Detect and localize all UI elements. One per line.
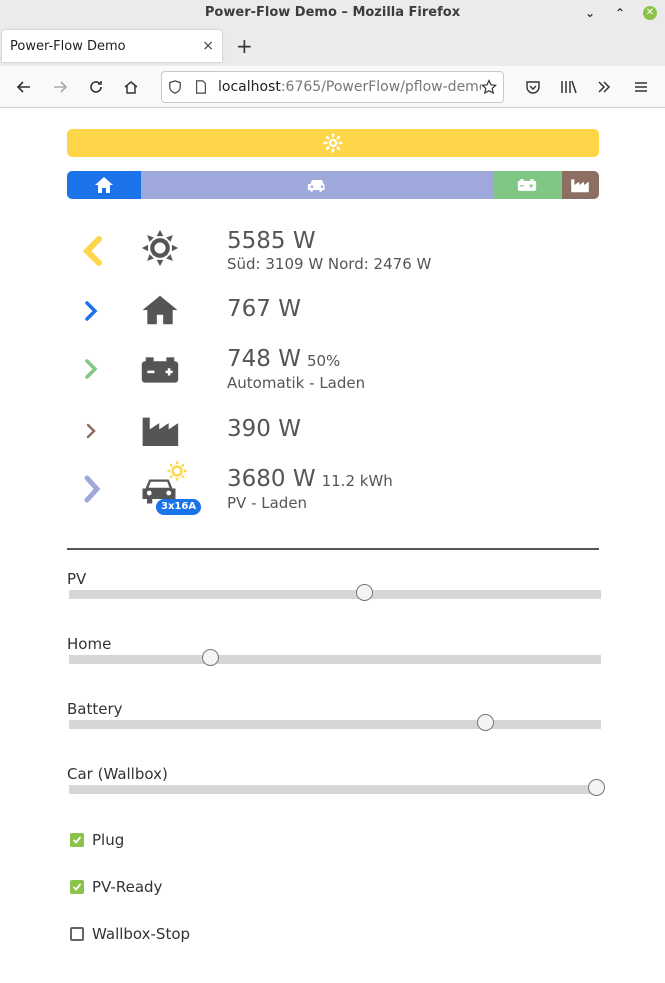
home-icon bbox=[142, 295, 178, 325]
pv-detail: Süd: 3109 W Nord: 2476 W bbox=[227, 255, 432, 273]
battery-slider-thumb[interactable] bbox=[477, 714, 495, 731]
battery-slider-block: Battery bbox=[67, 700, 601, 731]
minimize-icon[interactable]: ⌄ bbox=[583, 0, 597, 26]
battery-power: 748 W bbox=[227, 346, 301, 372]
chevron-right-icon bbox=[86, 423, 96, 439]
close-window-icon[interactable]: ✕ bbox=[643, 6, 657, 20]
pv-slider-label: PV bbox=[67, 570, 87, 588]
page-icon bbox=[196, 80, 206, 94]
pv-slider-block: PV bbox=[67, 570, 601, 601]
car-power-line: 3680 W 11.2 kWh bbox=[227, 466, 393, 492]
url-text[interactable]: localhost:6765/PowerFlow/pflow-demo bbox=[218, 79, 481, 95]
powerflow-app bbox=[67, 129, 599, 199]
sun-icon bbox=[141, 229, 179, 267]
battery-power-line: 748 W 50% bbox=[227, 346, 340, 372]
pv-slider-track[interactable] bbox=[69, 590, 601, 599]
window-title: Power-Flow Demo – Mozilla Firefox bbox=[204, 5, 461, 20]
home-icon bbox=[95, 177, 114, 193]
battery-mode: Automatik - Laden bbox=[227, 374, 366, 392]
car-mode: PV - Laden bbox=[227, 494, 308, 512]
new-tab-button[interactable]: + bbox=[236, 34, 253, 58]
battery-slider-track[interactable] bbox=[69, 720, 601, 729]
factory-icon bbox=[142, 417, 179, 446]
chevron-right-icon bbox=[85, 301, 98, 321]
pv-bar bbox=[67, 129, 599, 157]
wallbox-stop-checkbox-row[interactable]: Wallbox-Stop bbox=[70, 925, 190, 943]
browser-tab[interactable]: Power-Flow Demo × bbox=[2, 30, 222, 62]
plug-checkbox-row[interactable]: Plug bbox=[70, 831, 124, 849]
pv-power: 5585 W bbox=[227, 228, 316, 254]
pv-ready-checkbox[interactable] bbox=[70, 880, 84, 894]
car-slider-thumb[interactable] bbox=[587, 779, 605, 796]
url-bar[interactable]: localhost:6765/PowerFlow/pflow-demo bbox=[161, 71, 504, 103]
wallbox-stop-label: Wallbox-Stop bbox=[92, 925, 191, 943]
plug-checkbox[interactable] bbox=[70, 833, 84, 847]
menu-icon[interactable] bbox=[629, 75, 653, 99]
sun-icon bbox=[323, 133, 343, 153]
tab-title: Power-Flow Demo bbox=[10, 38, 126, 54]
home-icon[interactable] bbox=[119, 75, 143, 99]
forward-icon[interactable] bbox=[48, 75, 72, 99]
reload-icon[interactable] bbox=[84, 75, 108, 99]
home-power: 767 W bbox=[227, 296, 301, 322]
home-slider-block: Home bbox=[67, 635, 601, 666]
home-slider-label: Home bbox=[67, 635, 112, 653]
overflow-chevrons-icon[interactable] bbox=[592, 75, 616, 99]
back-icon[interactable] bbox=[12, 75, 36, 99]
phase-badge: 3x16A bbox=[156, 499, 202, 515]
pv-ready-label: PV-Ready bbox=[92, 878, 163, 896]
car-icon bbox=[307, 180, 325, 192]
car-slider-label: Car (Wallbox) bbox=[67, 765, 168, 783]
tab-close-icon[interactable]: × bbox=[202, 38, 214, 54]
grid-power: 390 W bbox=[227, 416, 301, 442]
battery-icon bbox=[141, 357, 179, 383]
car-power: 3680 W bbox=[227, 466, 316, 492]
plug-label: Plug bbox=[92, 831, 125, 849]
battery-segment bbox=[492, 171, 562, 199]
pv-ready-checkbox-row[interactable]: PV-Ready bbox=[70, 878, 162, 896]
bookmark-star-icon[interactable] bbox=[481, 79, 497, 95]
consumption-bar bbox=[67, 171, 599, 199]
car-slider-block: Car (Wallbox) bbox=[67, 765, 605, 796]
wallbox-stop-checkbox[interactable] bbox=[70, 927, 84, 941]
factory-icon bbox=[571, 179, 590, 193]
car-slider-track[interactable] bbox=[69, 785, 601, 794]
car-energy: 11.2 kWh bbox=[321, 472, 393, 490]
battery-icon bbox=[517, 179, 537, 191]
battery-soc: 50% bbox=[306, 352, 341, 370]
pv-sun-icon bbox=[166, 460, 188, 482]
home-slider-track[interactable] bbox=[69, 655, 601, 664]
car-segment bbox=[141, 171, 493, 199]
home-slider-thumb[interactable] bbox=[201, 649, 219, 666]
library-icon[interactable] bbox=[557, 75, 581, 99]
home-segment bbox=[67, 171, 142, 199]
grid-segment bbox=[561, 171, 599, 199]
maximize-icon[interactable]: ⌃ bbox=[613, 0, 627, 26]
window-titlebar: Power-Flow Demo – Mozilla Firefox ⌄ ⌃ ✕ bbox=[0, 0, 665, 26]
divider bbox=[67, 548, 599, 550]
nav-toolbar: localhost:6765/PowerFlow/pflow-demo bbox=[0, 66, 665, 108]
chevron-right-icon bbox=[85, 359, 98, 379]
shield-icon[interactable] bbox=[168, 80, 182, 94]
chevron-left-icon bbox=[82, 236, 102, 266]
chevron-right-icon bbox=[84, 475, 101, 503]
battery-slider-label: Battery bbox=[67, 700, 123, 718]
tab-strip: Power-Flow Demo × + bbox=[0, 26, 665, 66]
pocket-icon[interactable] bbox=[521, 75, 545, 99]
